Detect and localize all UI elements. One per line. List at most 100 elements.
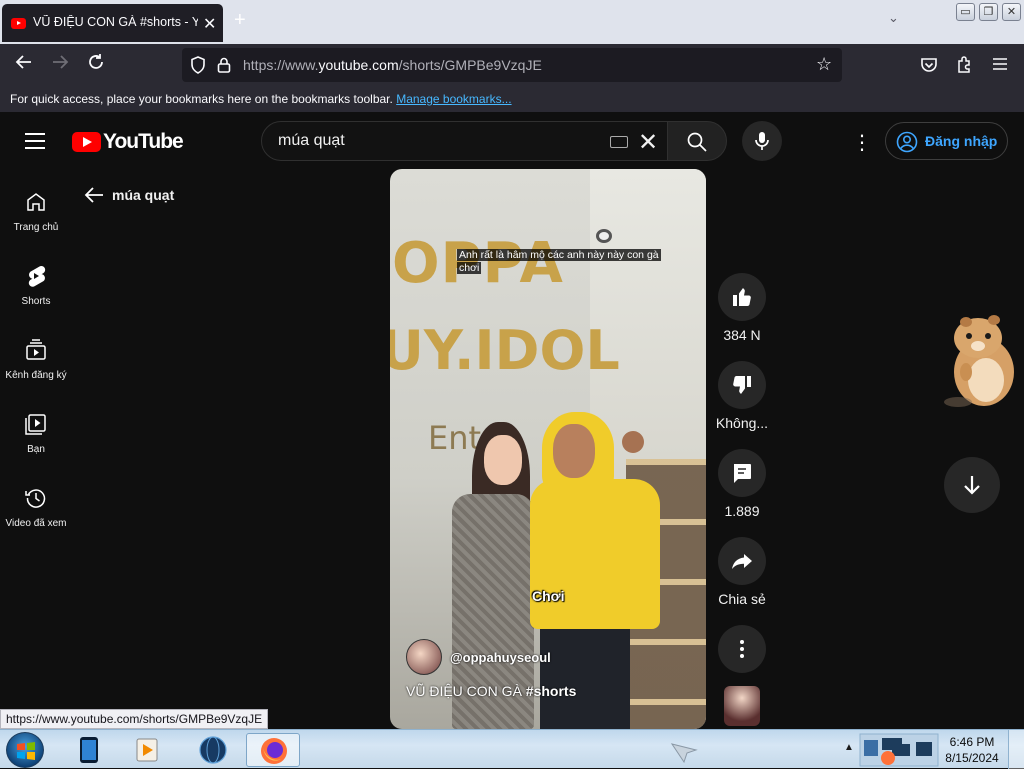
list-tabs-button[interactable]: ⌄: [888, 10, 899, 26]
extensions-icon[interactable]: [956, 55, 974, 73]
tracking-shield-icon[interactable]: [190, 56, 206, 74]
home-icon: [27, 193, 45, 211]
like-count: 384 N: [723, 327, 761, 343]
back-search-label: múa quạt: [112, 187, 175, 203]
back-arrow-icon: [15, 55, 31, 69]
video-title-text: VŨ ĐIỆU CON GÀ: [406, 683, 526, 699]
system-tray-icons[interactable]: [858, 732, 940, 768]
show-desktop-button[interactable]: [1008, 730, 1024, 769]
new-tab-button[interactable]: +: [234, 9, 246, 32]
clear-search-icon[interactable]: ✕: [638, 128, 658, 157]
search-button[interactable]: [667, 121, 727, 161]
microphone-icon: [755, 132, 769, 150]
address-bar[interactable]: https://www.youtube.com/shorts/GMPBe9Vzq…: [182, 48, 842, 82]
taskbar-firefox-app[interactable]: [246, 733, 300, 767]
more-vert-icon: [740, 640, 744, 658]
voice-search-button[interactable]: [742, 121, 782, 161]
comments-button[interactable]: [718, 449, 766, 497]
bookmark-star-icon[interactable]: ☆: [816, 54, 832, 75]
search-query[interactable]: múa quạt: [278, 132, 345, 150]
guide-label-history: Video đã xem: [5, 518, 67, 529]
woman-face: [484, 435, 522, 485]
sign-in-label: Đăng nhập: [925, 133, 998, 149]
windows-logo-icon: [17, 742, 35, 760]
video-caption: Anh rất là hâm mộ các anh này này con gà…: [457, 249, 663, 275]
pocket-icon[interactable]: [920, 56, 938, 74]
hamster-sticker: [944, 315, 1014, 407]
man-raised-hand: [622, 431, 644, 453]
guide-item-shorts[interactable]: Shorts: [0, 264, 72, 338]
url-text[interactable]: https://www.youtube.com/shorts/GMPBe9Vzq…: [243, 57, 542, 73]
close-window-button[interactable]: ✕: [1002, 3, 1021, 21]
back-arrow-icon: [84, 187, 103, 203]
taskbar-tablet-app[interactable]: [62, 733, 116, 767]
wall-sign-huyidol: UY.IDOL: [390, 319, 620, 382]
share-icon: [732, 554, 752, 569]
start-button[interactable]: [6, 732, 44, 768]
shorts-icon: [28, 266, 46, 287]
guide-item-subscriptions[interactable]: Kênh đăng ký: [0, 338, 72, 412]
show-hidden-icons[interactable]: ▲: [844, 742, 854, 753]
dislike-button[interactable]: [718, 361, 766, 409]
lock-icon[interactable]: [217, 56, 231, 74]
more-actions-button[interactable]: [718, 625, 766, 673]
browser-tab[interactable]: VŨ ĐIỆU CON GÀ #shorts - YouTube ✕: [2, 4, 223, 42]
link-status-url: https://www.youtube.com/shorts/GMPBe9Vzq…: [0, 709, 269, 729]
keyboard-icon[interactable]: [610, 136, 628, 148]
guide-item-home[interactable]: Trang chủ: [0, 190, 72, 264]
clock-time[interactable]: 6:46 PM: [940, 735, 1004, 749]
url-prefix: https://www.: [243, 57, 319, 73]
tab-close-icon[interactable]: ✕: [203, 14, 216, 34]
taskbar-media-app[interactable]: [120, 733, 174, 767]
back-button[interactable]: [12, 53, 36, 77]
man-face: [553, 424, 595, 478]
clock-date[interactable]: 8/15/2024: [940, 751, 1004, 765]
account-icon: [896, 131, 918, 153]
firefox-icon: [261, 738, 287, 764]
youtube-logo-text[interactable]: YouTube: [103, 130, 184, 154]
sound-thumbnail[interactable]: [724, 686, 760, 726]
settings-more-icon[interactable]: ⋮: [852, 130, 872, 155]
guide-label-subscriptions: Kênh đăng ký: [5, 370, 67, 381]
comment-icon: [734, 464, 751, 483]
search-input[interactable]: múa quạt ✕: [261, 121, 668, 161]
bookmarks-hint: For quick access, place your bookmarks h…: [10, 92, 512, 106]
guide-menu-icon[interactable]: [25, 133, 45, 149]
youtube-logo-icon[interactable]: [72, 132, 101, 152]
sign-in-button[interactable]: Đăng nhập: [885, 122, 1008, 160]
bookmarks-toolbar: For quick access, place your bookmarks h…: [0, 86, 1024, 112]
share-button[interactable]: [718, 537, 766, 585]
man-yellow-hoodie: [530, 479, 660, 629]
taskbar-globe-app[interactable]: [186, 733, 240, 767]
next-video-button[interactable]: [944, 457, 1000, 513]
video-subtitle: Chơi: [532, 588, 565, 604]
forward-button[interactable]: [48, 53, 72, 77]
minimize-button[interactable]: ▭: [956, 3, 975, 21]
guide-label-shorts: Shorts: [21, 296, 51, 307]
cursor-arrow-icon: [670, 743, 698, 764]
app-menu-icon[interactable]: [991, 56, 1009, 72]
thumbs-up-icon: [733, 288, 751, 306]
subscriptions-icon: [26, 339, 46, 360]
guide-item-history[interactable]: Video đã xem: [0, 486, 72, 560]
channel-name[interactable]: @oppahuyseoul: [450, 650, 551, 665]
ceiling-camera: [596, 229, 612, 243]
man-legs: [540, 624, 630, 729]
guide-label-you: Bạn: [27, 444, 45, 455]
windows-taskbar: ▲ 6:46 PM 8/15/2024: [0, 729, 1024, 769]
arrow-down-icon: [964, 476, 980, 495]
globe-icon: [199, 736, 227, 764]
media-player-icon: [136, 738, 158, 762]
video-title-hashtag[interactable]: #shorts: [526, 683, 577, 699]
like-button[interactable]: [718, 273, 766, 321]
tablet-icon: [80, 737, 98, 763]
channel-avatar[interactable]: [406, 639, 442, 675]
short-video-player[interactable]: OPPA UY.IDOL Ent Anh rất là hâm mộ các a…: [390, 169, 706, 729]
manage-bookmarks-link[interactable]: Manage bookmarks...: [396, 92, 511, 106]
guide-item-you[interactable]: Bạn: [0, 412, 72, 486]
video-caption-text: Anh rất là hâm mộ các anh này này con gà…: [457, 249, 661, 274]
video-title[interactable]: VŨ ĐIỆU CON GÀ #shorts: [406, 683, 576, 699]
maximize-button[interactable]: ❐: [979, 3, 998, 21]
reload-button[interactable]: [84, 53, 108, 77]
tab-strip: VŨ ĐIỆU CON GÀ #shorts - YouTube ✕ + ⌄ ▭…: [0, 0, 1024, 44]
